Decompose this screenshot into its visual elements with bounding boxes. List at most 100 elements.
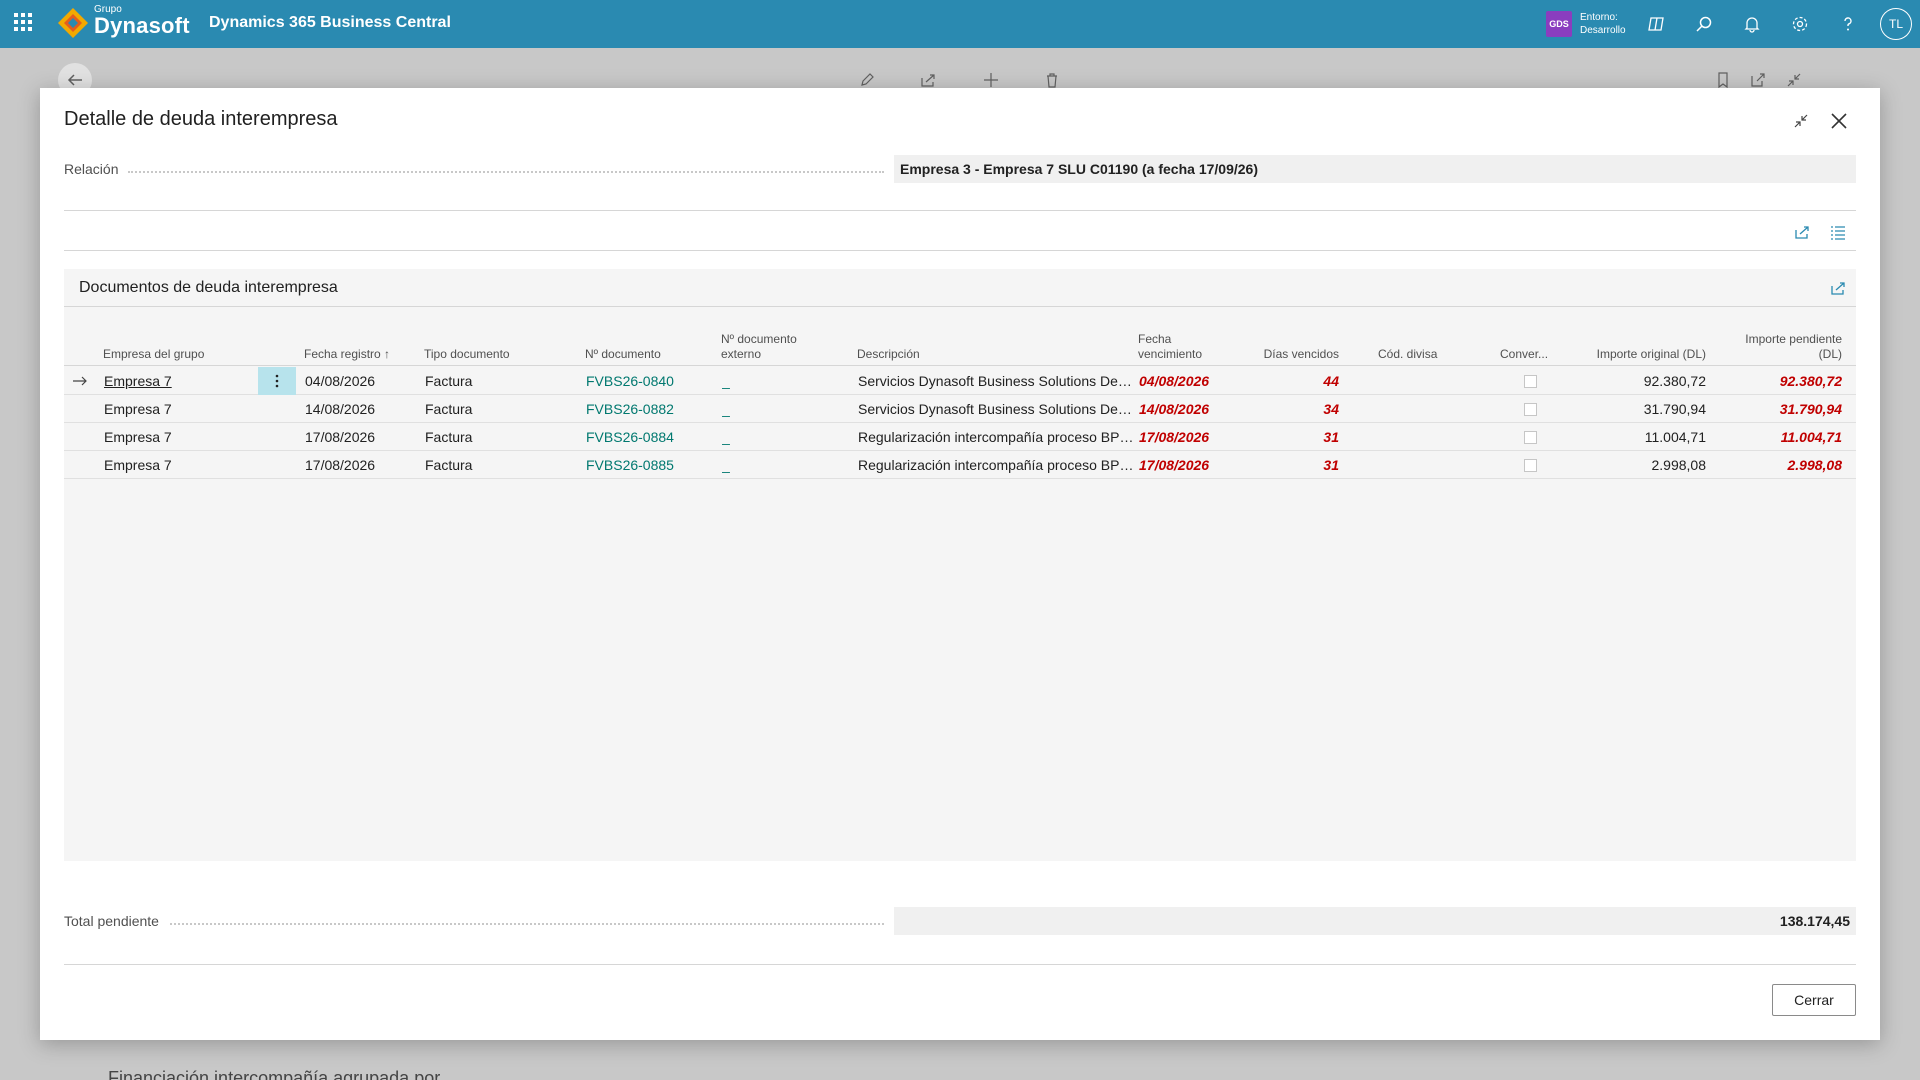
cell-importe-pendiente: 11.004,71 xyxy=(1780,429,1842,445)
conversion-checkbox[interactable] xyxy=(1524,459,1537,472)
col-num-externo-line1: Nº documento xyxy=(721,332,797,346)
edit-icon[interactable] xyxy=(857,70,877,90)
col-num-documento[interactable]: Nº documento xyxy=(585,347,661,362)
col-conver[interactable]: Conver... xyxy=(1500,347,1548,362)
cell-empresa[interactable]: Empresa 7 xyxy=(104,457,254,473)
cell-num-externo[interactable]: _ xyxy=(722,429,752,445)
cell-num-externo[interactable]: _ xyxy=(722,457,752,473)
environment-info[interactable]: Entorno: Desarrollo xyxy=(1580,11,1626,37)
cell-descripcion: Regularización intercompañía proceso BPF… xyxy=(858,457,1134,473)
cell-importe-pendiente: 31.790,94 xyxy=(1779,401,1842,417)
col-vencimiento-line2: vencimiento xyxy=(1138,347,1203,361)
subpage-header: Documentos de deuda interempresa xyxy=(64,269,1856,307)
cell-empresa[interactable]: Empresa 7 xyxy=(104,401,254,417)
bell-icon[interactable] xyxy=(1740,12,1764,36)
cell-descripcion: Servicios Dynasoft Business Solutions De… xyxy=(858,373,1134,389)
col-vencimiento-line1: Fecha xyxy=(1138,332,1172,346)
cell-importe-original: 92.380,72 xyxy=(1643,373,1706,389)
share-icon[interactable] xyxy=(918,70,938,90)
col-empresa[interactable]: Empresa del grupo xyxy=(103,347,204,362)
share-icon[interactable] xyxy=(1828,278,1848,298)
documents-subpage: Documentos de deuda interempresa Empresa… xyxy=(64,269,1856,861)
arrow-left-icon xyxy=(67,74,82,86)
top-bar: Grupo Dynasoft Dynamics 365 Business Cen… xyxy=(0,0,1920,48)
col-cod-divisa[interactable]: Cód. divisa xyxy=(1378,347,1437,362)
cell-empresa[interactable]: Empresa 7 xyxy=(104,429,254,445)
dialog-title: Detalle de deuda interempresa xyxy=(64,108,338,130)
plus-icon[interactable] xyxy=(981,70,1001,90)
relation-field: Relación Empresa 3 - Empresa 7 SLU C0119… xyxy=(64,155,1856,183)
cell-num-documento[interactable]: FVBS26-0882 xyxy=(586,401,716,417)
total-field: Total pendiente 138.174,45 xyxy=(64,907,1856,935)
close-button[interactable]: Cerrar xyxy=(1772,984,1856,1016)
cell-fecha-registro: 04/08/2026 xyxy=(305,373,376,389)
col-num-externo-line2: externo xyxy=(721,347,762,361)
relation-value[interactable]: Empresa 3 - Empresa 7 SLU C01190 (a fech… xyxy=(894,155,1856,183)
user-avatar[interactable]: TL xyxy=(1880,8,1912,40)
col-tipo-documento[interactable]: Tipo documento xyxy=(424,347,510,362)
field-dots xyxy=(128,171,884,173)
table-row[interactable]: Empresa 7 17/08/2026 Factura FVBS26-0884… xyxy=(64,423,1856,451)
copilot-icon[interactable] xyxy=(1644,12,1668,36)
col-dias-vencidos[interactable]: Días vencidos xyxy=(1244,347,1339,362)
col-descripcion[interactable]: Descripción xyxy=(857,347,920,362)
open-new-window-icon[interactable] xyxy=(1748,70,1768,90)
share-icon[interactable] xyxy=(1792,222,1812,242)
cell-fecha-vencimiento: 04/08/2026 xyxy=(1139,373,1210,389)
col-num-externo[interactable]: Nº documento externo xyxy=(721,332,797,362)
environment-badge[interactable]: GDS xyxy=(1546,11,1572,37)
cell-tipo: Factura xyxy=(425,457,473,473)
close-icon[interactable] xyxy=(1826,108,1852,134)
cell-num-externo[interactable]: _ xyxy=(722,401,752,417)
collapse-icon[interactable] xyxy=(1790,110,1812,132)
cell-importe-pendiente: 92.380,72 xyxy=(1779,373,1842,389)
background-page-text: Financiación intercompañía agrupada por … xyxy=(108,1068,461,1080)
cell-importe-pendiente: 2.998,08 xyxy=(1787,457,1843,473)
table-row[interactable]: Empresa 7 04/08/2026 Factura FVBS26-0840… xyxy=(64,367,1856,395)
cell-importe-original: 31.790,94 xyxy=(1643,401,1706,417)
cell-num-documento[interactable]: FVBS26-0885 xyxy=(586,457,716,473)
app-title[interactable]: Dynamics 365 Business Central xyxy=(209,14,451,32)
col-fecha-registro-label: Fecha registro xyxy=(304,347,381,361)
cell-tipo: Factura xyxy=(425,373,473,389)
divider xyxy=(64,250,1856,251)
cell-descripcion: Regularización intercompañía proceso BPF… xyxy=(858,429,1134,445)
col-fecha-registro[interactable]: Fecha registro ↑ xyxy=(304,347,390,362)
conversion-checkbox[interactable] xyxy=(1524,403,1537,416)
cell-dias-vencidos: 31 xyxy=(1323,457,1339,473)
environment-name: Desarrollo xyxy=(1580,25,1626,36)
delete-icon[interactable] xyxy=(1042,70,1062,90)
table-row[interactable]: Empresa 7 17/08/2026 Factura FVBS26-0885… xyxy=(64,451,1856,479)
row-actions-icon[interactable] xyxy=(258,367,296,395)
cell-fecha-vencimiento: 17/08/2026 xyxy=(1139,457,1210,473)
conversion-checkbox[interactable] xyxy=(1524,431,1537,444)
col-fecha-vencimiento[interactable]: Fecha vencimiento xyxy=(1138,332,1202,362)
intercompany-debt-dialog: Detalle de deuda interempresa Relación E… xyxy=(40,88,1880,1040)
cell-num-documento[interactable]: FVBS26-0884 xyxy=(586,429,716,445)
current-row-arrow-icon xyxy=(73,376,87,386)
col-importe-pendiente[interactable]: Importe pendiente (DL) xyxy=(1714,332,1842,362)
col-importe-original[interactable]: Importe original (DL) xyxy=(1574,347,1706,362)
cell-tipo: Factura xyxy=(425,429,473,445)
bookmark-icon[interactable] xyxy=(1713,70,1733,90)
conversion-checkbox[interactable] xyxy=(1524,375,1537,388)
divider xyxy=(64,964,1856,965)
table-row[interactable]: Empresa 7 14/08/2026 Factura FVBS26-0882… xyxy=(64,395,1856,423)
dynasoft-logo-icon xyxy=(58,8,88,38)
relation-label: Relación xyxy=(64,161,119,177)
cell-descripcion: Servicios Dynasoft Business Solutions De… xyxy=(858,401,1134,417)
list-view-icon[interactable] xyxy=(1828,222,1848,242)
cell-num-externo[interactable]: _ xyxy=(722,373,752,389)
cell-fecha-vencimiento: 14/08/2026 xyxy=(1139,401,1210,417)
cell-empresa[interactable]: Empresa 7 xyxy=(104,373,254,389)
search-icon[interactable] xyxy=(1692,12,1716,36)
app-launcher-icon[interactable] xyxy=(14,13,32,31)
help-icon[interactable] xyxy=(1836,12,1860,36)
cell-dias-vencidos: 31 xyxy=(1323,429,1339,445)
cell-num-documento[interactable]: FVBS26-0840 xyxy=(586,373,716,389)
collapse-icon[interactable] xyxy=(1784,70,1804,90)
gear-icon[interactable] xyxy=(1788,12,1812,36)
cell-importe-original: 2.998,08 xyxy=(1651,457,1707,473)
logo-text: Dynasoft xyxy=(94,13,190,38)
sort-ascending-icon: ↑ xyxy=(384,347,391,361)
